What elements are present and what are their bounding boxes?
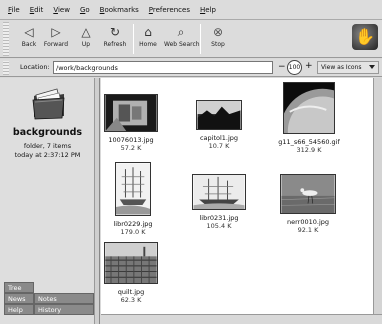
file-size: 179.0 K (120, 228, 146, 236)
image-thumbnail (280, 82, 365, 174)
zoom-level[interactable]: 100 (287, 60, 302, 75)
image-thumbnail (104, 94, 158, 132)
search-icon: ⌕ (177, 25, 185, 39)
image-thumbnail (192, 174, 246, 210)
menu-help[interactable]: Help (200, 6, 216, 14)
file-item[interactable]: g11_s66_54560.gif 312.9 K (271, 82, 365, 174)
refresh-icon: ↻ (109, 25, 121, 39)
toolbar-grip[interactable] (3, 22, 9, 56)
menu-preferences[interactable]: Preferences (149, 6, 190, 14)
file-manager-window: File Edit View Go Bookmarks Preferences … (0, 0, 382, 324)
file-size: 105.4 K (206, 222, 232, 230)
location-bar-grip[interactable] (3, 61, 9, 75)
file-size: 312.9 K (296, 146, 322, 154)
refresh-button[interactable]: ↻ Refresh (98, 23, 132, 48)
folder-info: folder, 7 items (23, 142, 72, 150)
menu-file[interactable]: File (8, 6, 20, 14)
location-input[interactable]: /work/backgrounds (53, 61, 273, 74)
image-thumbnail (115, 162, 151, 216)
location-bar: Location: /work/backgrounds − 100 + View… (0, 59, 382, 77)
home-label: Home (139, 41, 157, 48)
file-size: 62.3 K (120, 296, 142, 304)
tab-history[interactable]: History (34, 304, 94, 315)
view-as-label: View as Icons (321, 64, 362, 71)
file-name: g11_s66_54560.gif (278, 138, 340, 146)
file-item[interactable]: 10076013.jpg 57.2 K (101, 94, 161, 152)
menu-edit[interactable]: Edit (30, 6, 44, 14)
file-name: quilt.jpg (117, 288, 145, 296)
file-icon-view: 10076013.jpg 57.2 K capitol1.jpg 10.7 K … (101, 78, 373, 314)
file-name: libr0229.jpg (113, 220, 153, 228)
pane-splitter[interactable] (95, 78, 100, 324)
chevron-down-icon (369, 65, 375, 69)
web-search-button[interactable]: ⌕ Web Search (164, 23, 200, 48)
stop-button[interactable]: ⊗ Stop (201, 23, 235, 48)
image-thumbnail (104, 242, 158, 284)
file-size: 10.7 K (208, 142, 230, 150)
location-label: Location: (20, 63, 50, 71)
file-name: 10076013.jpg (108, 136, 154, 144)
menu-bar: File Edit View Go Bookmarks Preferences … (0, 0, 382, 20)
sidebar: backgrounds folder, 7 items today at 2:3… (0, 78, 95, 324)
forward-arrow-icon: ▷ (51, 25, 61, 39)
tab-tree[interactable]: Tree (4, 282, 34, 293)
refresh-label: Refresh (103, 41, 127, 48)
tab-notes[interactable]: Notes (34, 293, 94, 304)
image-thumbnail (280, 174, 336, 214)
home-icon: ⌂ (144, 25, 152, 39)
zoom-out-icon[interactable]: − (278, 62, 286, 72)
file-name: nerr0010.jpg (286, 218, 329, 226)
folder-icon (32, 88, 65, 120)
file-item[interactable]: libr0229.jpg 179.0 K (107, 162, 159, 236)
status-bar (101, 314, 382, 324)
home-button[interactable]: ⌂ Home (131, 23, 165, 48)
menu-go[interactable]: Go (80, 6, 90, 14)
stop-icon: ⊗ (212, 25, 224, 39)
folder-modified-date: today at 2:37:12 PM (14, 151, 81, 159)
menu-bookmarks[interactable]: Bookmarks (100, 6, 139, 14)
forward-label: Forward (43, 41, 69, 48)
file-item[interactable]: libr0231.jpg 105.4 K (189, 174, 249, 230)
folder-title: backgrounds (12, 127, 83, 138)
file-size: 57.2 K (120, 144, 142, 152)
tab-news[interactable]: News (4, 293, 34, 304)
image-thumbnail (196, 100, 242, 130)
file-name: libr0231.jpg (199, 214, 239, 222)
stop-label: Stop (211, 41, 225, 48)
file-name: capitol1.jpg (199, 134, 239, 142)
vertical-scrollbar[interactable] (373, 78, 382, 314)
menu-view[interactable]: View (53, 6, 70, 14)
zoom-in-icon[interactable]: + (305, 61, 313, 71)
tab-help[interactable]: Help (4, 304, 34, 315)
file-item[interactable]: quilt.jpg 62.3 K (101, 242, 161, 304)
file-item[interactable]: nerr0010.jpg 92.1 K (277, 174, 339, 234)
gnome-foot-logo-icon: ✋ (352, 24, 378, 50)
view-as-dropdown[interactable]: View as Icons (317, 61, 379, 74)
toolbar: ◁ Back ▷ Forward △ Up ↻ Refresh ⌂ Home ⌕… (0, 20, 382, 58)
forward-button[interactable]: ▷ Forward (39, 23, 73, 48)
file-size: 92.1 K (297, 226, 319, 234)
web-search-label: Web Search (164, 41, 200, 48)
file-item[interactable]: capitol1.jpg 10.7 K (189, 100, 249, 150)
